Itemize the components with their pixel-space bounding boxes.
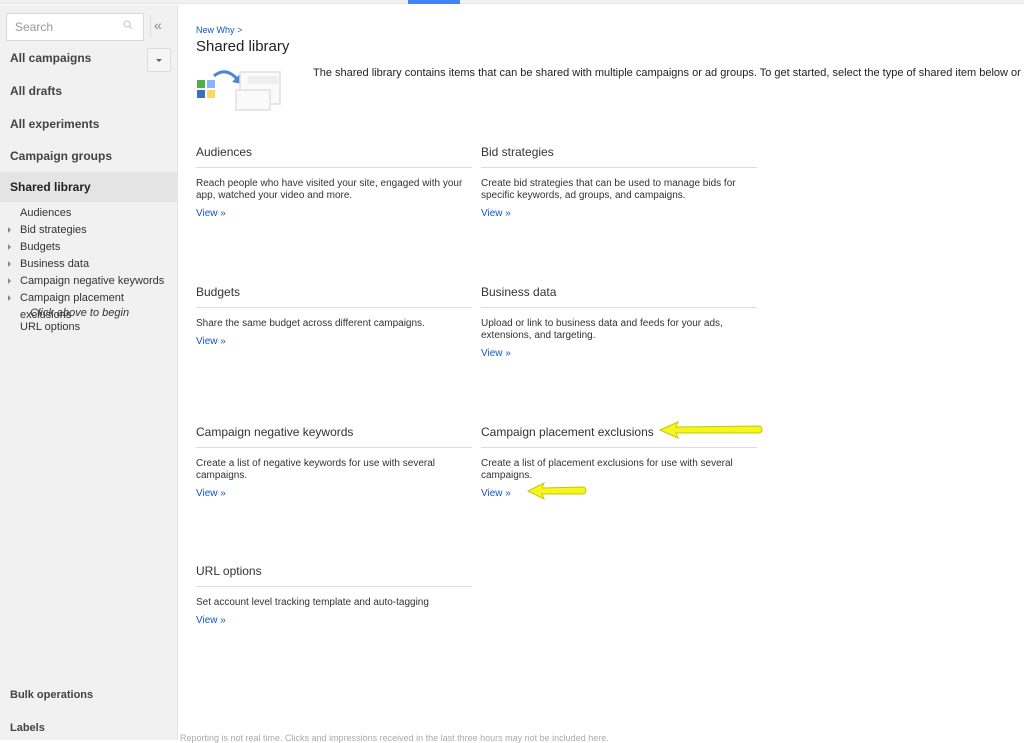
search-box[interactable] <box>6 13 144 41</box>
page-title: Shared library <box>196 38 290 55</box>
collapse-sidebar-icon[interactable]: « <box>150 15 162 37</box>
sub-item-label: URL options <box>20 321 81 333</box>
sub-item-bid-strategies[interactable]: Bid strategies <box>0 222 178 239</box>
breadcrumb-separator: > <box>237 25 243 35</box>
expand-arrow-icon[interactable] <box>8 295 11 301</box>
view-link[interactable]: View » <box>481 348 511 359</box>
search-icon[interactable] <box>123 20 133 30</box>
card-title: Audiences <box>196 145 472 168</box>
nav-campaign-groups[interactable]: Campaign groups <box>0 141 178 171</box>
nav-all-experiments[interactable]: All experiments <box>0 109 178 139</box>
card-business-data: Business data Upload or link to business… <box>481 285 757 361</box>
sub-item-business-data[interactable]: Business data <box>0 256 178 273</box>
view-link[interactable]: View » <box>481 488 511 499</box>
sub-item-campaign-placement-exclusions[interactable]: Campaign placement exclusions <box>0 290 178 321</box>
card-title: Campaign negative keywords <box>196 425 472 448</box>
shared-library-submenu: Audiences Bid strategies Budgets Busines… <box>0 205 178 336</box>
shared-library-illustration-icon <box>197 70 281 111</box>
expand-arrow-icon[interactable] <box>8 261 11 267</box>
active-tab-indicator <box>408 0 460 4</box>
card-title: Business data <box>481 285 757 308</box>
card-description: Reach people who have visited your site,… <box>196 178 463 201</box>
card-audiences: Audiences Reach people who have visited … <box>196 145 472 221</box>
campaigns-dropdown-button[interactable] <box>147 48 171 72</box>
card-title: URL options <box>196 564 472 587</box>
card-description: Upload or link to business data and feed… <box>481 318 723 341</box>
nav-label: All drafts <box>10 84 63 98</box>
hint-text: Click above to begin <box>30 307 130 319</box>
nav-labels[interactable]: Labels <box>10 722 45 734</box>
card-description: Share the same budget across different c… <box>196 318 425 329</box>
sub-item-url-options[interactable]: URL options <box>0 319 178 336</box>
annotation-arrow-icon <box>526 481 587 501</box>
card-budgets: Budgets Share the same budget across dif… <box>196 285 472 349</box>
view-link[interactable]: View » <box>481 208 511 219</box>
card-description: Create bid strategies that can be used t… <box>481 178 736 201</box>
card-description: Create a list of negative keywords for u… <box>196 458 435 481</box>
sidebar: « All campaigns All drafts All experimen… <box>0 5 178 740</box>
expand-arrow-icon[interactable] <box>8 227 11 233</box>
breadcrumb: New Why > <box>196 25 242 35</box>
card-title: Bid strategies <box>481 145 757 168</box>
card-title: Budgets <box>196 285 472 308</box>
expand-arrow-icon[interactable] <box>8 278 11 284</box>
sub-item-campaign-negative-keywords[interactable]: Campaign negative keywords <box>0 273 178 290</box>
expand-arrow-icon[interactable] <box>8 244 11 250</box>
sub-item-audiences[interactable]: Audiences <box>0 205 178 222</box>
annotation-arrow-icon <box>658 421 763 439</box>
footer-note: Reporting is not real time. Clicks and i… <box>180 733 609 743</box>
card-description: Set account level tracking template and … <box>196 597 429 608</box>
sub-item-label: Budgets <box>20 241 61 253</box>
nav-label: All campaigns <box>10 51 92 65</box>
nav-shared-library[interactable]: Shared library <box>0 172 178 202</box>
intro-text: The shared library contains items that c… <box>313 67 1024 79</box>
view-link[interactable]: View » <box>196 615 226 626</box>
view-link[interactable]: View » <box>196 336 226 347</box>
nav-label: Shared library <box>10 180 91 194</box>
nav-bulk-operations[interactable]: Bulk operations <box>10 689 93 701</box>
card-campaign-negative-keywords: Campaign negative keywords Create a list… <box>196 425 472 501</box>
search-input[interactable] <box>7 14 117 40</box>
sub-item-budgets[interactable]: Budgets <box>0 239 178 256</box>
top-bar <box>0 0 1024 4</box>
breadcrumb-link[interactable]: New Why <box>196 25 235 35</box>
sub-item-label: Campaign negative keywords <box>20 275 165 287</box>
card-description: Create a list of placement exclusions fo… <box>481 458 733 481</box>
sub-item-label: Bid strategies <box>20 224 87 236</box>
card-bid-strategies: Bid strategies Create bid strategies tha… <box>481 145 757 221</box>
sub-item-label: Business data <box>20 258 90 270</box>
nav-label: Campaign groups <box>10 149 113 163</box>
view-link[interactable]: View » <box>196 488 226 499</box>
card-url-options: URL options Set account level tracking t… <box>196 564 472 628</box>
view-link[interactable]: View » <box>196 208 226 219</box>
nav-all-drafts[interactable]: All drafts <box>0 76 178 106</box>
sub-item-label: Audiences <box>20 207 72 219</box>
nav-label: All experiments <box>10 117 100 131</box>
